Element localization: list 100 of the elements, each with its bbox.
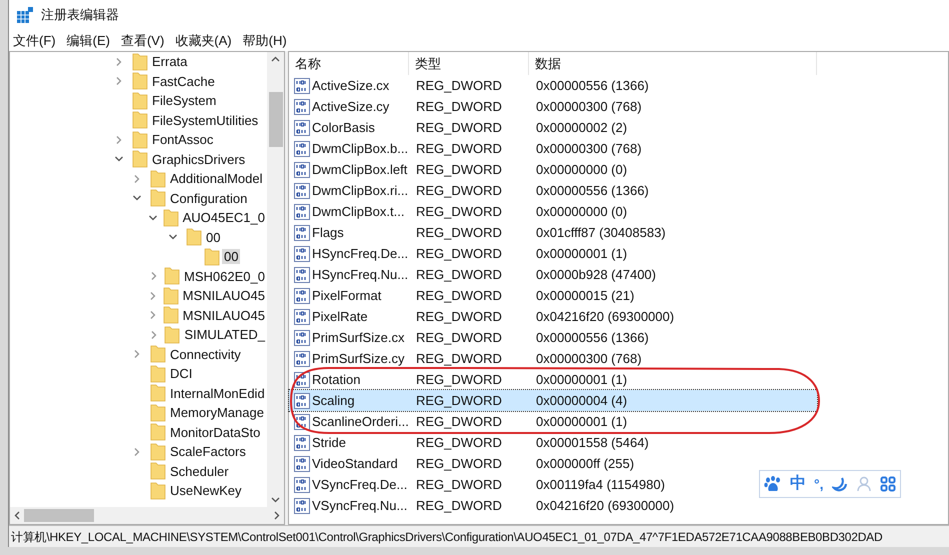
tree-item[interactable]: MonitorDataSto	[168, 424, 262, 440]
value-type: REG_DWORD	[415, 160, 503, 179]
scroll-up-icon[interactable]	[271, 56, 280, 62]
folder-icon	[150, 384, 166, 402]
table-row[interactable]: DwmClipBox.b... REG_DWORD 0x00000300 (768)	[289, 138, 646, 159]
column-header[interactable]: 名称	[289, 52, 409, 75]
table-row[interactable]: DwmClipBox.ri... REG_DWORD 0x00000556 (1366)	[289, 180, 653, 201]
folder-icon	[150, 404, 166, 422]
scroll-down-icon[interactable]	[271, 497, 280, 503]
table-row[interactable]: ActiveSize.cy REG_DWORD 0x00000300 (768)	[289, 96, 646, 117]
menu-item[interactable]: 帮助(H)	[238, 30, 291, 50]
table-row[interactable]: DwmClipBox.t... REG_DWORD 0x00000000 (0)	[289, 201, 632, 222]
table-row[interactable]: Scaling REG_DWORD 0x00000004 (4)	[289, 390, 817, 411]
table-row[interactable]: PrimSurfSize.cy REG_DWORD 0x00000300 (768)	[289, 348, 646, 369]
folder-icon	[150, 170, 166, 188]
tree-item[interactable]: FileSystemUtilities	[150, 112, 260, 128]
value-data: 0x00001558 (5464)	[535, 434, 649, 452]
binary-value-icon	[294, 288, 310, 304]
value-name: ColorBasis	[312, 118, 375, 137]
folder-icon	[150, 364, 166, 383]
scrollbar-thumb[interactable]	[268, 92, 282, 147]
tree-item[interactable]: AUO45EC1_0	[180, 210, 267, 226]
tree-item[interactable]: 00	[222, 249, 240, 264]
tree-item[interactable]: SIMULATED_	[182, 327, 267, 342]
folder-icon	[162, 306, 179, 324]
value-name: VideoStandard	[312, 454, 398, 473]
value-name: HSyncFreq.De...	[312, 244, 408, 263]
tree-item[interactable]: Configuration	[168, 190, 250, 206]
value-name: PixelFormat	[312, 286, 382, 305]
punctuation-toggle[interactable]: °,	[814, 474, 824, 494]
tree-item[interactable]: MSH062E0_0	[182, 268, 267, 284]
scroll-right-icon[interactable]	[274, 511, 280, 520]
tree-item[interactable]: FastCache	[150, 74, 217, 89]
table-row[interactable]: PixelFormat REG_DWORD 0x00000015 (21)	[289, 285, 638, 306]
table-row[interactable]: ActiveSize.cx REG_DWORD 0x00000556 (1366)	[289, 75, 653, 96]
value-type: REG_DWORD	[415, 370, 503, 389]
menu-item[interactable]: 文件(F)	[9, 30, 60, 50]
table-row[interactable]: PrimSurfSize.cx REG_DWORD 0x00000556 (1366)	[289, 327, 653, 348]
table-row[interactable]: VSyncFreq.De... REG_DWORD 0x00119fa4 (1154980)	[289, 474, 669, 495]
table-row[interactable]: DwmClipBox.left REG_DWORD 0x00000000 (0)	[289, 159, 632, 180]
grid-icon[interactable]	[880, 476, 896, 492]
binary-value-icon	[294, 392, 310, 408]
column-header[interactable]: 类型	[409, 52, 529, 75]
vertical-scrollbar[interactable]	[267, 52, 284, 507]
paw-icon[interactable]	[764, 476, 782, 492]
moon-icon[interactable]	[832, 476, 848, 492]
tree-item[interactable]: Connectivity	[168, 346, 243, 362]
value-data: 0x00000000 (0)	[535, 160, 628, 179]
tree-item[interactable]: 00	[204, 230, 222, 245]
value-type: REG_DWORD	[415, 202, 503, 221]
value-name: ScanlineOrderi...	[312, 412, 409, 431]
value-name: DwmClipBox.b...	[312, 140, 408, 158]
value-data: 0x00000300 (768)	[535, 350, 642, 368]
input-mode-toggle[interactable]: 中	[790, 472, 806, 496]
menu-item[interactable]: 收藏夹(A)	[171, 30, 236, 50]
value-type: REG_DWORD	[415, 496, 503, 515]
table-row[interactable]: Stride REG_DWORD 0x00001558 (5464)	[289, 432, 653, 453]
table-row[interactable]: VSyncFreq.Nu... REG_DWORD 0x04216f20 (69300000)	[289, 495, 678, 516]
tree-item[interactable]: GraphicsDrivers	[150, 152, 248, 167]
table-row[interactable]: ColorBasis REG_DWORD 0x00000002 (2)	[289, 117, 632, 138]
value-type: REG_DWORD	[415, 118, 503, 137]
tree-item[interactable]: UseNewKey	[168, 483, 244, 498]
scroll-left-icon[interactable]	[14, 511, 20, 520]
binary-value-icon	[294, 182, 310, 198]
binary-value-icon	[294, 162, 310, 178]
table-row[interactable]: Rotation REG_DWORD 0x00000001 (1)	[289, 369, 632, 390]
menu-item[interactable]: 查看(V)	[116, 30, 168, 50]
table-row[interactable]: PixelRate REG_DWORD 0x04216f20 (69300000)	[289, 306, 678, 327]
tree-item[interactable]: MSNILAUO45	[180, 288, 267, 304]
value-data: 0x00000015 (21)	[535, 286, 634, 305]
value-data: 0x00000556 (1366)	[535, 76, 649, 95]
tree-item[interactable]: FontAssoc	[150, 132, 216, 148]
tree-item[interactable]: FileSystem	[150, 93, 218, 108]
chevron-icon[interactable]	[148, 212, 158, 223]
menu-item[interactable]: 编辑(E)	[62, 30, 114, 50]
value-type: REG_DWORD	[415, 286, 503, 305]
table-row[interactable]: HSyncFreq.De... REG_DWORD 0x00000001 (1)	[289, 243, 632, 264]
value-name: DwmClipBox.t...	[312, 202, 404, 221]
binary-value-icon	[294, 120, 310, 136]
tree-item[interactable]: MemoryManage	[168, 405, 266, 420]
value-name: PixelRate	[312, 308, 368, 326]
tree-item[interactable]: ScaleFactors	[168, 444, 248, 460]
horizontal-scrollbar[interactable]	[10, 507, 284, 524]
table-row[interactable]: Flags REG_DWORD 0x01cfff87 (30408583)	[289, 222, 670, 243]
user-icon[interactable]	[856, 476, 872, 492]
folder-icon	[186, 228, 202, 246]
tree-item[interactable]: Scheduler	[168, 464, 231, 479]
tree-item[interactable]: DCI	[168, 366, 194, 382]
value-type: REG_DWORD	[415, 308, 503, 326]
tree-item[interactable]: InternalMonEdid	[168, 386, 267, 401]
tree-item[interactable]: Errata	[150, 54, 190, 70]
table-row[interactable]: VideoStandard REG_DWORD 0x000000ff (255)	[289, 453, 638, 474]
table-row[interactable]: ScanlineOrderi... REG_DWORD 0x00000001 (1)	[289, 411, 632, 432]
tree-item[interactable]: AdditionalModel	[168, 171, 265, 186]
table-row[interactable]: HSyncFreq.Nu... REG_DWORD 0x0000b928 (47400)	[289, 264, 660, 285]
scrollbar-thumb[interactable]	[24, 509, 94, 522]
folder-icon	[164, 267, 180, 286]
binary-value-icon	[294, 246, 310, 262]
tree-item[interactable]: MSNILAUO45	[180, 308, 267, 323]
column-header[interactable]: 数据	[529, 52, 817, 75]
